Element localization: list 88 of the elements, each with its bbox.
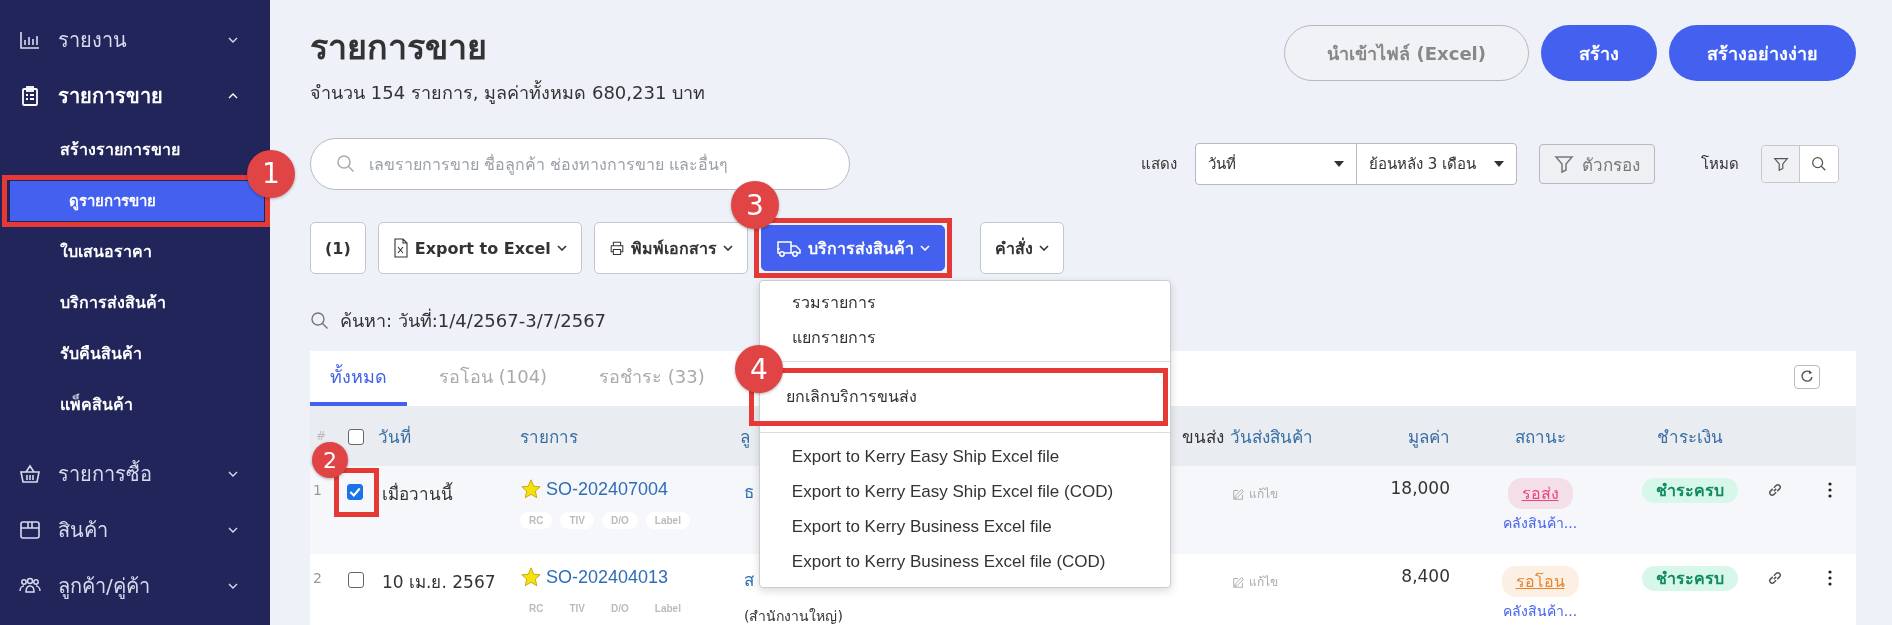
mode-label: โหมด (1701, 154, 1739, 175)
row-checkbox[interactable] (347, 484, 363, 500)
pencil-icon (1232, 486, 1246, 501)
funnel-icon (1554, 154, 1574, 174)
search-summary: ค้นหา: วันที่:1/4/2567-3/7/2567 (340, 307, 607, 333)
star-icon[interactable] (520, 478, 542, 500)
payment-badge: ชำระครบ (1642, 566, 1738, 591)
order-link[interactable]: SO-202404013 (546, 566, 669, 588)
import-button[interactable]: นำเข้าไฟล์ (Excel) (1284, 25, 1529, 81)
sidebar-group[interactable]: สินค้า (0, 502, 270, 558)
select-all-checkbox[interactable] (348, 429, 364, 445)
warehouse-link[interactable]: คลังสินค้า... (1502, 600, 1578, 622)
toolbar-button[interactable]: Export to Excel (377, 222, 582, 274)
sidebar-group[interactable]: รายการซื้อ (0, 446, 270, 502)
menu-item[interactable]: รวมรายการ (791, 285, 876, 320)
sidebar-item[interactable]: บริการส่งสินค้า (60, 279, 166, 326)
toolbar-button[interactable]: พิมพ์เอกสาร (593, 222, 748, 274)
box-icon (18, 518, 42, 542)
column-header: ชำระเงิน (1656, 425, 1724, 449)
search-icon (310, 310, 330, 331)
sidebar-item[interactable]: รับคืนสินค้า (60, 330, 142, 377)
column-header: # (314, 429, 327, 443)
column-header: รายการ (520, 425, 579, 449)
refresh-icon (1799, 368, 1815, 384)
menu-item[interactable]: Export to Kerry Business Excel file (791, 509, 1052, 544)
pencil-icon (1232, 574, 1246, 589)
column-header: สถานะ (1513, 425, 1567, 449)
column-header: วันที่ (378, 424, 412, 449)
step-badge: 2 (312, 442, 348, 478)
sidebar-group[interactable]: ลูกค้า/คู่ค้า (0, 558, 270, 614)
menu-item[interactable]: Export to Kerry Business Excel file (COD) (791, 544, 1106, 579)
chevron-icon (228, 583, 238, 589)
step-badge: 1 (247, 149, 295, 198)
refresh-button[interactable] (1794, 365, 1820, 389)
step-badge: 4 (734, 345, 783, 393)
link-icon[interactable] (1766, 569, 1784, 587)
menu-item[interactable]: Export to Kerry Easy Ship Excel file (COD) (791, 474, 1114, 509)
table-cell-text: เมื่อวานนี้ (381, 481, 454, 506)
show-label: แสดง (1141, 154, 1177, 175)
sidebar-item[interactable]: แพ็คสินค้า (60, 381, 133, 428)
row-number: 2 (312, 569, 323, 588)
sidebar-group[interactable]: รายงาน (0, 12, 270, 68)
status-badge[interactable]: รอส่ง (1507, 478, 1573, 509)
toolbar-button[interactable]: บริการส่งสินค้า (760, 225, 945, 271)
search-icon (1810, 155, 1828, 173)
sidebar-item[interactable]: ใบเสนอราคา (60, 228, 152, 275)
create-button[interactable]: สร้าง (1541, 25, 1657, 81)
order-link[interactable]: SO-202407004 (546, 478, 669, 500)
toolbar-button[interactable]: (1) (310, 222, 366, 274)
document-icon (392, 238, 409, 258)
column-header: มูลค่า (1407, 425, 1450, 450)
more-icon[interactable] (1828, 570, 1832, 586)
funnel-icon (1771, 155, 1790, 173)
menu-item[interactable]: ยกเลิกบริการขนส่ง (785, 377, 917, 417)
link-icon[interactable] (1766, 481, 1784, 499)
sidebar-group[interactable]: รายการขาย (0, 68, 270, 124)
table-cell-text: 18,000 (1389, 478, 1450, 500)
toolbar-button[interactable]: คำสั่ง (979, 222, 1064, 274)
page-title: รายการขาย (310, 26, 488, 69)
column-header: ขนส่ง (1181, 425, 1225, 449)
sidebar-item[interactable]: ดูรายการขาย (10, 180, 264, 221)
search-icon (336, 154, 356, 174)
more-icon[interactable] (1828, 482, 1832, 498)
menu-item[interactable]: แยกรายการ (791, 320, 876, 355)
menu-item[interactable]: Export to Kerry Easy Ship Excel file (791, 439, 1060, 474)
table-cell-text: 8,400 (1400, 566, 1450, 588)
warehouse-link[interactable]: คลังสินค้า... (1502, 512, 1578, 534)
basket-icon (18, 462, 42, 486)
sidebar-item[interactable]: สร้างรายการขาย (60, 126, 180, 173)
column-header: วันส่งสินค้า (1230, 425, 1314, 449)
customer-branch: (สำนักงานใหญ่) (743, 607, 844, 625)
chevron-icon (228, 93, 238, 99)
truck-icon (775, 238, 802, 258)
row-number: 1 (312, 481, 323, 500)
filter-mode-button[interactable] (1762, 146, 1800, 182)
row-checkbox[interactable] (348, 572, 364, 588)
search-field[interactable]: เลขรายการขาย ชื่อลูกค้า ช่องทางการขาย และอื่นๆ (310, 138, 850, 190)
chevron-icon (228, 37, 238, 43)
table-cell-text: 10 เม.ย. 2567 (381, 571, 497, 594)
create-button[interactable]: สร้างอย่างง่าย (1669, 25, 1856, 81)
star-icon[interactable] (520, 566, 542, 588)
column-header: ลู (740, 425, 751, 450)
chevron-icon (228, 527, 238, 533)
payment-badge: ชำระครบ (1642, 478, 1738, 503)
filter-button[interactable]: ตัวกรอง (1539, 144, 1655, 184)
page-summary: จำนวน 154 รายการ, มูลค่าทั้งหมด 680,231 บาท (310, 79, 706, 106)
search-mode-button[interactable] (1800, 146, 1838, 182)
chevron-icon (228, 471, 238, 477)
